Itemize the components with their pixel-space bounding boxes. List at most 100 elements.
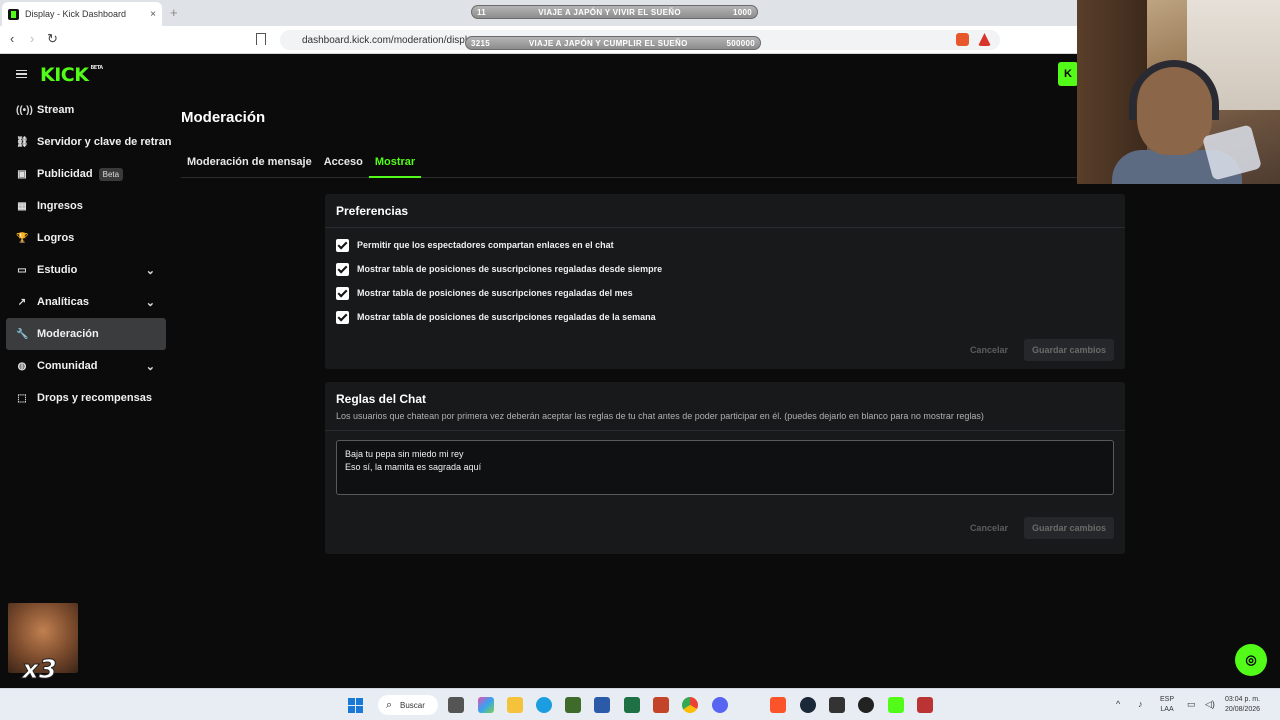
discord-icon[interactable] <box>712 697 728 713</box>
brave-icon[interactable] <box>770 697 786 713</box>
preferences-title: Preferencias <box>336 204 409 218</box>
revenue-icon: ▦ <box>17 200 27 212</box>
chat-rules-header: Reglas del Chat Los usuarios que chatean… <box>325 382 1125 431</box>
preference-option[interactable]: Mostrar tabla de posiciones de suscripci… <box>325 305 1125 329</box>
support-icon[interactable]: ◎ <box>1235 644 1267 676</box>
preference-label: Mostrar tabla de posiciones de suscripci… <box>357 264 663 274</box>
language-indicator[interactable]: ESP LAA <box>1160 695 1174 715</box>
game-icon[interactable] <box>917 697 933 713</box>
bookmark-icon[interactable] <box>256 33 266 45</box>
sidebar-item-community[interactable]: ◍ Comunidad ⌄ <box>0 350 172 382</box>
checkbox-checked-icon[interactable] <box>336 238 349 252</box>
sidebar-item-broadcast[interactable]: ((•)) Stream <box>0 94 172 126</box>
chevron-down-icon[interactable]: ⌄ <box>146 264 155 277</box>
analytics-icon: ↗ <box>17 296 27 308</box>
taskbar: Buscar ^ ♪ ESP LAA ▭ ◁) 03:04 p. m. 20/08/… <box>0 688 1280 720</box>
obs-icon[interactable] <box>858 697 874 713</box>
tab-title: Display - Kick Dashboard <box>25 9 127 19</box>
checkbox-checked-icon[interactable] <box>336 310 349 324</box>
brave-shield-icon[interactable] <box>956 33 969 46</box>
goal-bar-1: 11 VIAJE A JAPÓN Y VIVIR EL SUEÑO 1000 <box>471 5 758 19</box>
volume-icon[interactable]: ◁) <box>1205 699 1215 709</box>
goal-1-current: 11 <box>477 7 487 17</box>
clock-time: 03:04 p. m. <box>1225 696 1261 703</box>
preference-label: Permitir que los espectadores compartan … <box>357 240 614 250</box>
sidebar-item-label: Ingresos <box>37 200 83 212</box>
emote-text: x3 <box>22 655 58 686</box>
webcam-overlay <box>1077 0 1280 184</box>
edge-icon[interactable] <box>536 697 552 713</box>
new-tab-button[interactable]: + <box>170 5 178 20</box>
tab-message-moderation[interactable]: Moderación de mensaje <box>181 152 318 178</box>
wrench-icon: 🔧 <box>16 328 29 340</box>
sidebar-item-link[interactable]: ⛓ Servidor y clave de retransmisión <box>0 126 172 158</box>
app-icon[interactable] <box>829 697 845 713</box>
sidebar-item-analytics[interactable]: ↗ Analíticas ⌄ <box>0 286 172 318</box>
task-view-icon[interactable] <box>448 697 464 713</box>
minecraft-icon[interactable] <box>565 697 581 713</box>
logo-beta-badge: BETA <box>90 65 103 71</box>
preferences-save-button[interactable]: Guardar cambios <box>1023 339 1114 361</box>
windows-start-icon[interactable] <box>348 698 363 713</box>
checkbox-checked-icon[interactable] <box>336 286 349 300</box>
studio-icon: ▭ <box>17 264 27 276</box>
preferences-cancel-button[interactable]: Cancelar <box>962 339 1016 361</box>
kick-favicon-icon <box>8 8 19 20</box>
goal-2-label: VIAJE A JAPÓN Y CUMPLIR EL SUEÑO <box>528 38 688 48</box>
chevron-down-icon[interactable]: ⌄ <box>146 296 155 309</box>
file-explorer-icon[interactable] <box>507 697 523 713</box>
kick-profile-button[interactable]: K <box>1058 62 1078 86</box>
back-button[interactable]: ‹ <box>10 31 14 46</box>
chat-rules-save-button[interactable]: Guardar cambios <box>1023 517 1114 539</box>
sidebar-item-revenue[interactable]: ▦ Ingresos <box>0 190 172 222</box>
tab-access[interactable]: Acceso <box>318 152 369 178</box>
sidebar-item-label: Publicidad <box>37 168 93 180</box>
chrome-icon[interactable] <box>682 697 698 713</box>
logo-text: KICK <box>40 64 89 86</box>
sidebar-item-drops[interactable]: ⬚ Drops y recompensas <box>0 382 172 414</box>
preference-option[interactable]: Permitir que los espectadores compartan … <box>325 233 1125 257</box>
chat-rules-textarea[interactable]: Baja tu pepa sin miedo mi rey Eso sí, la… <box>336 440 1114 495</box>
page-title: Moderación <box>181 109 266 126</box>
beta-badge: Beta <box>98 167 124 181</box>
sidebar-item-label: Moderación <box>37 328 99 340</box>
sidebar-item-label: Drops y recompensas <box>37 392 152 404</box>
word-icon[interactable] <box>594 697 610 713</box>
preferences-header: Preferencias <box>325 194 1125 228</box>
sidebar-item-ad[interactable]: ▣ Publicidad Beta <box>0 158 172 190</box>
preferences-list: Permitir que los espectadores compartan … <box>325 228 1125 329</box>
tab-close-icon[interactable]: × <box>150 9 156 20</box>
network-icon[interactable]: ▭ <box>1187 699 1196 709</box>
reload-button[interactable]: ↻ <box>47 31 58 47</box>
chevron-down-icon[interactable]: ⌄ <box>146 360 155 373</box>
sidebar-item-trophy[interactable]: 🏆 Logros <box>0 222 172 254</box>
preference-label: Mostrar tabla de posiciones de suscripci… <box>357 312 656 322</box>
preference-option[interactable]: Mostrar tabla de posiciones de suscripci… <box>325 257 1125 281</box>
excel-icon[interactable] <box>624 697 640 713</box>
taskbar-search[interactable]: Buscar <box>378 695 438 715</box>
sidebar: ((•)) Stream ⛓ Servidor y clave de retransm… <box>0 94 172 414</box>
goal-2-current: 3215 <box>471 38 490 48</box>
chat-rules-cancel-button[interactable]: Cancelar <box>962 517 1016 539</box>
checkbox-checked-icon[interactable] <box>336 262 349 276</box>
tab-display[interactable]: Mostrar <box>368 152 422 178</box>
steam-icon[interactable] <box>800 697 816 713</box>
clock[interactable]: 03:04 p. m. 20/08/2026 <box>1225 695 1260 715</box>
copilot-icon[interactable] <box>478 697 494 713</box>
mic-icon[interactable]: ♪ <box>1138 699 1143 709</box>
forward-button[interactable]: › <box>30 31 34 46</box>
layout-code: LAA <box>1160 706 1174 713</box>
sidebar-item-wrench[interactable]: 🔧 Moderación <box>6 318 166 350</box>
menu-icon[interactable] <box>16 70 27 78</box>
kick-app-icon[interactable] <box>888 697 904 713</box>
sidebar-item-label: Comunidad <box>37 360 98 372</box>
browser-tab[interactable]: Display - Kick Dashboard × <box>2 2 162 26</box>
preference-label: Mostrar tabla de posiciones de suscripci… <box>357 288 633 298</box>
preferences-card: Preferencias Permitir que los espectador… <box>325 194 1125 369</box>
powerpoint-icon[interactable] <box>653 697 669 713</box>
sidebar-item-studio[interactable]: ▭ Estudio ⌄ <box>0 254 172 286</box>
kick-logo[interactable]: KICK BETA <box>40 64 103 86</box>
lang-code: ESP <box>1160 696 1175 703</box>
tray-chevron-icon[interactable]: ^ <box>1116 699 1120 709</box>
preference-option[interactable]: Mostrar tabla de posiciones de suscripci… <box>325 281 1125 305</box>
